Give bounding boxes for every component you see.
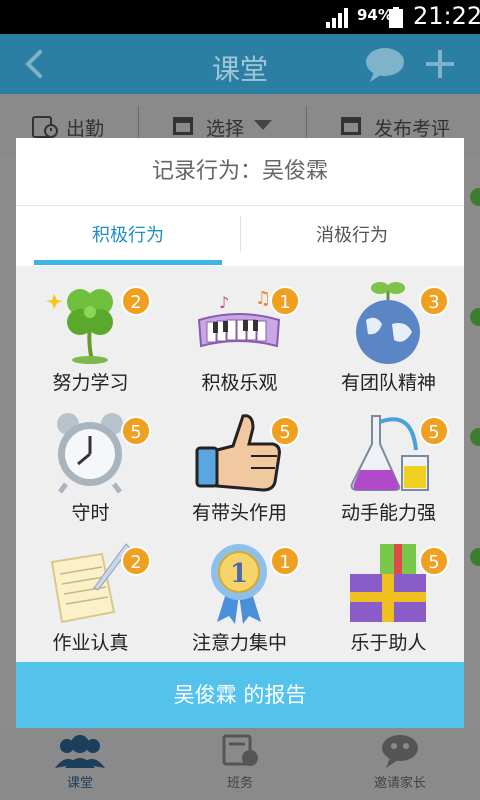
behavior-team-spirit[interactable]: 3 有团队精神 xyxy=(314,266,463,396)
calendar-icon xyxy=(341,117,361,135)
publish-label: 发布考评 xyxy=(374,118,451,140)
behavior-punctual[interactable]: 5 守时 xyxy=(16,396,165,526)
behavior-helpful[interactable]: 5 乐于助人 xyxy=(314,526,463,656)
chat-bubble-icon[interactable] xyxy=(364,46,406,84)
count-badge: 1 xyxy=(270,286,300,316)
dialog-title: 记录行为：吴俊霖 xyxy=(16,138,464,206)
status-dot xyxy=(470,428,480,446)
signal-icon xyxy=(326,8,348,28)
behavior-leadership[interactable]: 5 有带头作用 xyxy=(165,396,314,526)
nav-class-affairs-label: 班务 xyxy=(226,776,253,791)
count-badge: 5 xyxy=(270,416,300,446)
nav-invite-parents-label: 邀请家长 xyxy=(373,776,426,791)
count-badge: 1 xyxy=(270,546,300,576)
status-dot xyxy=(470,548,480,566)
behavior-label: 注意力集中 xyxy=(191,632,287,654)
battery-icon xyxy=(389,7,403,28)
status-dot xyxy=(470,188,480,206)
status-dot xyxy=(470,308,480,326)
nav-invite-parents[interactable]: 邀请家长 xyxy=(340,734,460,791)
calendar-icon xyxy=(173,117,193,135)
battery-percent: 94% xyxy=(357,6,393,24)
svg-text:♪: ♪ xyxy=(219,293,229,312)
app-bar: 课堂 xyxy=(0,34,480,94)
behavior-grid: 2 努力学习 ♪ ♫ 1 积极乐观 3 有团队精神 5 守时 5 有带头作用 5… xyxy=(16,266,464,662)
count-badge: 5 xyxy=(121,416,151,446)
count-badge: 5 xyxy=(419,546,449,576)
tab-positive[interactable]: 积极行为 xyxy=(16,206,240,266)
caret-down-icon xyxy=(254,120,272,130)
behavior-label: 动手能力强 xyxy=(340,502,436,524)
behavior-label: 守时 xyxy=(71,502,110,524)
attendance-label: 出勤 xyxy=(66,118,105,140)
behavior-label: 努力学习 xyxy=(52,372,129,394)
count-badge: 3 xyxy=(419,286,449,316)
attendance-icon xyxy=(32,116,58,138)
nav-class-affairs[interactable]: 班务 xyxy=(180,734,300,791)
clock: 21:22 xyxy=(413,2,480,30)
behavior-focused[interactable]: 1 1 注意力集中 xyxy=(165,526,314,656)
behavior-label: 作业认真 xyxy=(52,632,129,654)
behavior-label: 有团队精神 xyxy=(340,372,436,394)
page-title: 课堂 xyxy=(211,53,268,86)
svg-text:♫: ♫ xyxy=(255,288,271,309)
people-icon xyxy=(55,735,105,768)
svg-text:1: 1 xyxy=(230,559,248,589)
behavior-label: 积极乐观 xyxy=(201,372,278,394)
bottom-nav: 课堂 班务 邀请家长 xyxy=(0,726,480,800)
behavior-label: 乐于助人 xyxy=(350,632,427,654)
count-badge: 2 xyxy=(121,546,151,576)
behavior-hands-on[interactable]: 5 动手能力强 xyxy=(314,396,463,526)
record-behavior-dialog: 记录行为：吴俊霖 积极行为 消极行为 2 努力学习 ♪ ♫ 1 积极乐观 3 有… xyxy=(16,138,464,728)
count-badge: 2 xyxy=(121,286,151,316)
student-report-button[interactable]: 吴俊霖 的报告 xyxy=(16,662,464,728)
behavior-label: 有带头作用 xyxy=(191,502,287,524)
tab-negative[interactable]: 消极行为 xyxy=(240,206,464,266)
active-tab-indicator xyxy=(34,260,222,265)
invite-parents-icon xyxy=(382,735,418,768)
behavior-tabs: 积极行为 消极行为 xyxy=(16,206,464,266)
nav-classroom-label: 课堂 xyxy=(66,776,93,791)
status-bar: 94% 21:22 xyxy=(0,0,480,34)
behavior-optimistic[interactable]: ♪ ♫ 1 积极乐观 xyxy=(165,266,314,396)
class-affairs-icon xyxy=(222,734,258,766)
nav-classroom[interactable]: 课堂 xyxy=(20,734,140,791)
select-label: 选择 xyxy=(206,118,245,140)
behavior-hard-working[interactable]: 2 努力学习 xyxy=(16,266,165,396)
behavior-careful-homework[interactable]: 2 作业认真 xyxy=(16,526,165,656)
count-badge: 5 xyxy=(419,416,449,446)
plus-icon[interactable] xyxy=(424,48,456,80)
